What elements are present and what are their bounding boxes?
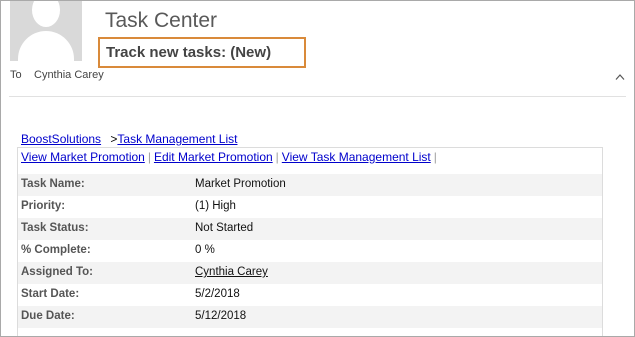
avatar-head bbox=[32, 1, 60, 27]
field-label: % Complete: bbox=[21, 244, 91, 256]
field-label: Assigned To: bbox=[21, 266, 93, 278]
action-separator: | bbox=[433, 150, 437, 164]
breadcrumb: BoostSolutions >Task Management List bbox=[21, 132, 237, 146]
field-value: 0 % bbox=[195, 244, 215, 256]
field-label: Task Status: bbox=[21, 222, 89, 234]
task-details-card: View Market Promotion | Edit Market Promot… bbox=[17, 147, 603, 336]
field-row-priority: Priority: (1) High bbox=[18, 196, 602, 218]
assigned-to-link[interactable]: Cynthia Carey bbox=[195, 266, 268, 278]
field-value: (1) High bbox=[195, 200, 236, 212]
view-item-link[interactable]: View Market Promotion bbox=[21, 150, 145, 164]
email-subject: Track new tasks: (New) bbox=[106, 44, 272, 61]
view-list-link[interactable]: View Task Management List bbox=[282, 150, 431, 164]
email-window: Task Center Track new tasks: (New) To Cy… bbox=[0, 0, 635, 337]
action-separator: | bbox=[147, 150, 151, 164]
action-separator: | bbox=[275, 150, 279, 164]
field-row-due-date: Due Date: 5/12/2018 bbox=[18, 306, 602, 328]
header-divider bbox=[9, 96, 626, 97]
action-links: View Market Promotion | Edit Market Promot… bbox=[21, 150, 440, 164]
field-row-assigned-to: Assigned To: Cynthia Carey bbox=[18, 262, 602, 284]
field-row-task-status: Task Status: Not Started bbox=[18, 218, 602, 240]
field-value: Not Started bbox=[195, 222, 254, 234]
subject-highlight: Track new tasks: (New) bbox=[98, 37, 306, 68]
to-label: To bbox=[10, 69, 22, 81]
field-label: Start Date: bbox=[21, 288, 80, 300]
field-row-task-name: Task Name: Market Promotion bbox=[18, 174, 602, 196]
edit-item-link[interactable]: Edit Market Promotion bbox=[154, 150, 273, 164]
field-label: Due Date: bbox=[21, 310, 75, 322]
recipient-name[interactable]: Cynthia Carey bbox=[34, 69, 104, 81]
field-row-percent-complete: % Complete: 0 % bbox=[18, 240, 602, 262]
person-placeholder-icon bbox=[10, 1, 82, 61]
field-row-start-date: Start Date: 5/2/2018 bbox=[18, 284, 602, 306]
field-value: 5/12/2018 bbox=[195, 310, 247, 322]
chevron-up-icon[interactable] bbox=[615, 73, 625, 81]
vertical-scrollbar[interactable] bbox=[626, 81, 634, 336]
field-value: 5/2/2018 bbox=[195, 288, 240, 300]
avatar-body bbox=[18, 31, 74, 61]
breadcrumb-root-link[interactable]: BoostSolutions bbox=[21, 132, 101, 146]
sender-title: Task Center bbox=[105, 9, 218, 32]
breadcrumb-list-link[interactable]: Task Management List bbox=[117, 132, 237, 146]
field-label: Priority: bbox=[21, 200, 66, 212]
field-value: Market Promotion bbox=[195, 178, 286, 190]
field-label: Task Name: bbox=[21, 178, 85, 190]
